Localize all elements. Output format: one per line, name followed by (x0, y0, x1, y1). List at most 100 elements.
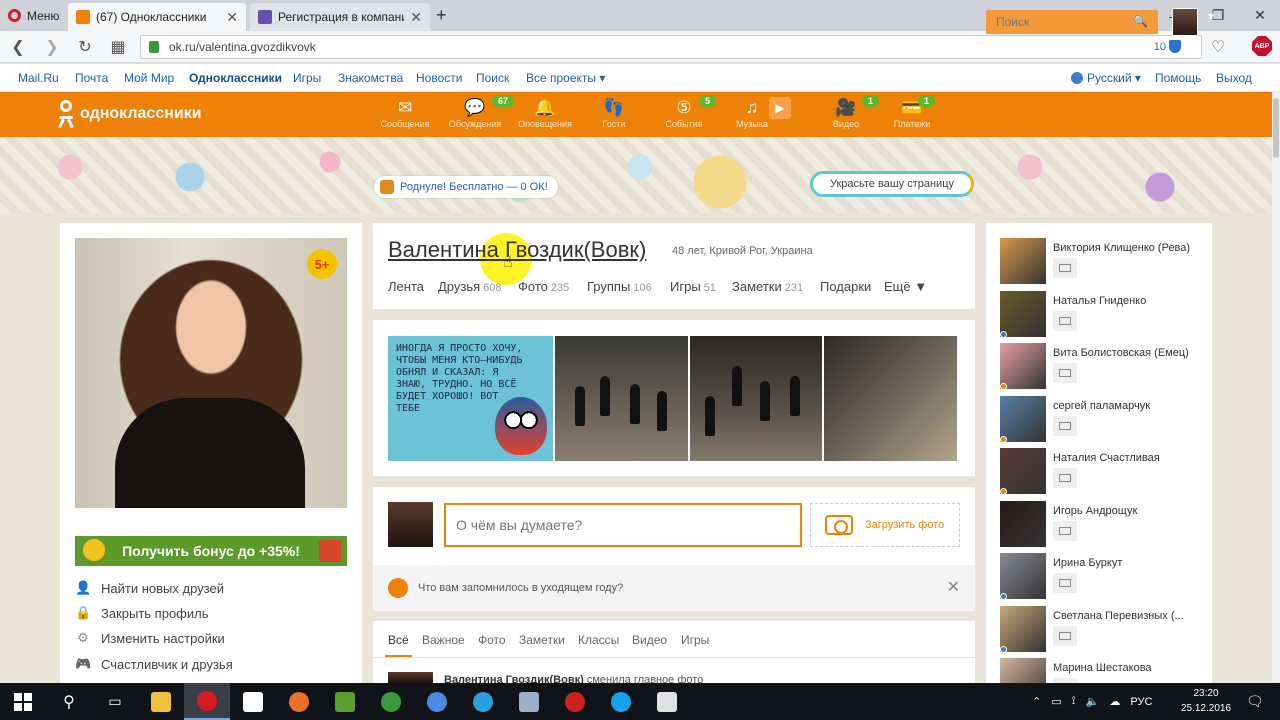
find-friends-link[interactable]: 👤 Найти новых друзей (75, 580, 224, 596)
header-nav-messages[interactable]: ✉ Сообщения (371, 97, 439, 129)
app-icon[interactable] (322, 683, 368, 720)
friend-avatar[interactable] (1000, 500, 1046, 547)
close-icon[interactable]: ✕ (947, 577, 960, 597)
profile-tab-games[interactable]: Игры 51 (670, 279, 716, 294)
new-tab-plus-icon[interactable]: + (436, 5, 447, 26)
nav-mail[interactable]: Почта (75, 71, 108, 85)
promo-link[interactable]: Роднуле! Бесплатно — 0 ОК! (374, 176, 558, 198)
feed-tab-all[interactable]: Всё (388, 633, 409, 647)
heart-icon[interactable]: ♡ (1211, 37, 1225, 57)
friend-avatar[interactable] (1000, 448, 1046, 494)
tab-odnoklassniki[interactable]: (67) Одноклассники ✕ (68, 3, 246, 31)
decorate-page-button[interactable]: Украсьте вашу страницу (810, 171, 974, 197)
paint-icon[interactable] (644, 683, 690, 720)
scrollbar-thumb[interactable] (1273, 98, 1279, 158)
get-bonus-button[interactable]: Получить бонус до +35%! (75, 536, 347, 566)
reload-icon[interactable]: ↻ (75, 37, 95, 57)
page-scrollbar[interactable] (1272, 92, 1280, 682)
opera-icon[interactable] (184, 683, 230, 720)
friend-item[interactable]: Наталья Гниденко (1000, 290, 1200, 339)
friend-item[interactable]: Виктория Клищенко (Рева) (1000, 238, 1200, 286)
notifications-icon[interactable]: 🗨 (1246, 683, 1264, 720)
friend-name[interactable]: Наталья Гниденко (1053, 295, 1146, 307)
change-settings-link[interactable]: ⚙ Изменить настройки (75, 630, 225, 646)
profile-tab-groups[interactable]: Группы 106 (587, 279, 652, 294)
firefox-icon[interactable] (276, 683, 322, 720)
friend-item[interactable]: сергей паламарчук (1000, 395, 1200, 444)
friend-item[interactable]: Наталия Счастливая (1000, 448, 1200, 496)
tab-registration[interactable]: Регистрация в компании ✕ (250, 3, 430, 31)
message-icon[interactable] (1053, 415, 1077, 436)
speed-dial-grid-icon[interactable]: ▦ (108, 37, 128, 57)
nav-dating[interactable]: Знакомства (338, 71, 403, 85)
feed-tab-classes[interactable]: Классы (578, 633, 619, 647)
ad-block-counter[interactable]: 10 (1154, 40, 1181, 53)
photo-ballet-1[interactable] (555, 336, 688, 461)
help-link[interactable]: Помощь (1155, 71, 1201, 85)
ok-logo[interactable]: одноклассники (58, 100, 202, 129)
feed-tab-important[interactable]: Важное (422, 633, 465, 647)
profile-tab-friends[interactable]: Друзья 608 (438, 279, 502, 294)
close-profile-link[interactable]: 🔒 Закрыть профиль (75, 605, 209, 621)
close-icon[interactable]: ✕ (226, 9, 238, 26)
profile-tab-feed[interactable]: Лента (388, 279, 424, 294)
nav-search[interactable]: Поиск (476, 71, 509, 85)
year-memory-banner[interactable]: Что вам запомнилось в уходящем году? ✕ (373, 565, 975, 611)
friend-avatar[interactable] (1000, 343, 1046, 389)
profile-tab-photos[interactable]: Фото 235 (518, 279, 569, 294)
chrome-icon[interactable] (414, 683, 460, 720)
explorer-icon[interactable] (138, 683, 184, 720)
friend-name[interactable]: Ирина Буркут (1053, 557, 1122, 569)
message-icon[interactable] (1053, 310, 1077, 331)
skype-icon[interactable] (598, 683, 644, 720)
message-icon[interactable] (1053, 520, 1077, 541)
chevron-down-icon[interactable]: ▼ (1206, 12, 1216, 23)
opera-menu-button[interactable]: Меню (0, 0, 66, 31)
friend-name[interactable]: Марина Шестакова (1053, 662, 1152, 674)
feed-tab-photos[interactable]: Фото (478, 633, 506, 647)
message-icon[interactable] (1053, 625, 1077, 646)
friend-avatar[interactable] (1000, 238, 1046, 284)
friend-item[interactable]: Светлана Перевизных (... (1000, 605, 1200, 654)
friend-name[interactable]: Наталия Счастливая (1053, 452, 1160, 464)
friend-item[interactable]: Ирина Буркут (1000, 553, 1200, 601)
nav-mailru[interactable]: Mail.Ru (18, 71, 59, 85)
telegram-icon[interactable] (460, 683, 506, 720)
header-nav-notifications[interactable]: 🔔 Оповещения (511, 97, 579, 129)
profile-tab-gifts[interactable]: Подарки (820, 279, 871, 294)
feed-tab-games[interactable]: Игры (681, 633, 709, 647)
header-nav-play[interactable]: ▶ (760, 97, 800, 119)
header-nav-guests[interactable]: 👣 Гости (580, 97, 648, 129)
friend-avatar[interactable] (1000, 395, 1046, 442)
maximize-icon[interactable]: ❐ (1198, 0, 1238, 31)
profile-tab-more[interactable]: Ещё ▼ (884, 279, 927, 294)
profile-tab-notes[interactable]: Заметки 231 (732, 279, 803, 294)
friend-item[interactable]: Игорь Андрощук (1000, 500, 1200, 549)
start-button[interactable] (0, 683, 46, 720)
chrome-icon[interactable] (368, 683, 414, 720)
header-avatar[interactable] (1172, 8, 1198, 36)
friend-name[interactable]: сергей паламарчук (1053, 400, 1150, 412)
nav-games[interactable]: Игры (293, 71, 321, 85)
back-icon[interactable]: ❮ (8, 37, 28, 57)
friend-avatar[interactable] (1000, 605, 1046, 652)
nav-my-world[interactable]: Мой Мир (124, 71, 174, 85)
feed-tab-video[interactable]: Видео (632, 633, 667, 647)
search-icon[interactable]: 🔍 (1133, 14, 1148, 28)
forward-icon[interactable]: ❯ (42, 37, 62, 57)
friend-name[interactable]: Игорь Андрощук (1053, 505, 1137, 517)
profile-main-photo[interactable] (75, 238, 347, 508)
volume-icon[interactable]: 🔈 (1086, 695, 1100, 708)
header-nav-payments[interactable]: 💳 Платежи (878, 97, 946, 129)
keyboard-language[interactable]: РУС (1130, 696, 1152, 708)
message-icon[interactable] (1053, 468, 1077, 488)
lucky-game-link[interactable]: 🎮 Счастливчик и друзья (75, 656, 233, 672)
battery-icon[interactable]: ▭ (1051, 695, 1061, 708)
friend-name[interactable]: Виктория Клищенко (Рева) (1053, 242, 1190, 254)
message-icon[interactable] (1053, 363, 1077, 383)
nav-news[interactable]: Новости (416, 71, 462, 85)
sync-icon[interactable]: ☁ (1109, 695, 1120, 708)
adblock-plus-icon[interactable]: ABP (1252, 36, 1272, 56)
system-clock[interactable]: 23:20 25.12.2016 (1176, 686, 1236, 716)
network-icon[interactable]: ⟟ (1072, 695, 1076, 708)
